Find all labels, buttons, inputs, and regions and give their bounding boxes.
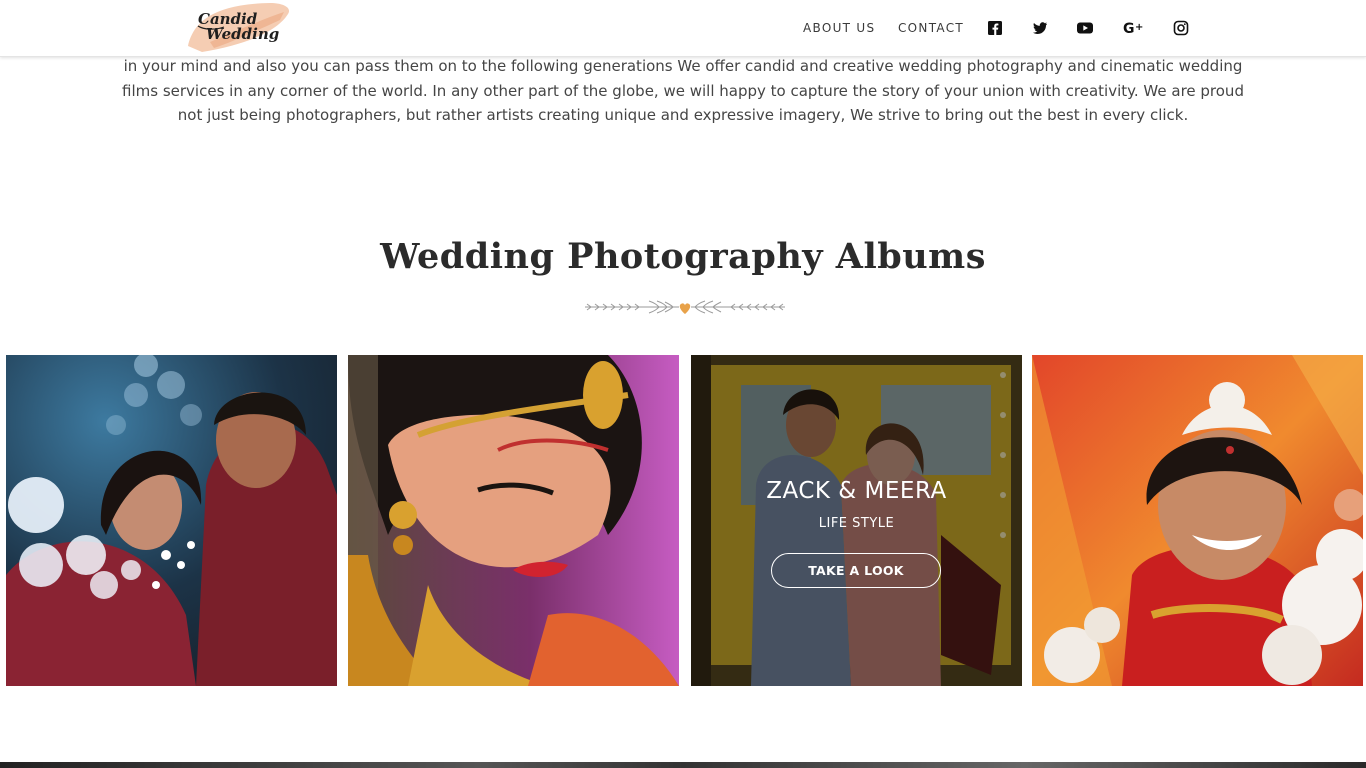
album-card-2[interactable] bbox=[348, 355, 679, 686]
intro-paragraph: in your mind and also you can pass them … bbox=[122, 57, 1244, 124]
album-title: ZACK & MEERA bbox=[766, 478, 947, 504]
site-header: Candid Wedding ABOUT US CONTACT G + bbox=[0, 0, 1366, 57]
svg-text:+: + bbox=[1135, 22, 1143, 33]
next-section-edge bbox=[0, 762, 1366, 768]
nav-contact[interactable]: CONTACT bbox=[898, 21, 964, 35]
youtube-icon[interactable] bbox=[1076, 19, 1094, 37]
album-photo-bride-smiling bbox=[1032, 355, 1363, 686]
section-title: Wedding Photography Albums bbox=[380, 236, 986, 277]
album-category: LIFE STYLE bbox=[818, 516, 895, 531]
album-photo-couple-lights bbox=[6, 355, 337, 686]
heart-arrow-divider-icon bbox=[585, 300, 785, 314]
album-card-3[interactable]: ZACK & MEERA LIFE STYLE TAKE A LOOK bbox=[691, 355, 1022, 686]
main-nav: ABOUT US CONTACT G + bbox=[0, 0, 1366, 57]
album-card-4[interactable] bbox=[1032, 355, 1363, 686]
facebook-icon[interactable] bbox=[986, 19, 1004, 37]
album-photo-bride-closeup bbox=[348, 355, 679, 686]
svg-text:G: G bbox=[1123, 21, 1135, 37]
instagram-icon[interactable] bbox=[1172, 19, 1190, 37]
twitter-icon[interactable] bbox=[1031, 19, 1049, 37]
album-card-1[interactable] bbox=[6, 355, 337, 686]
take-a-look-button[interactable]: TAKE A LOOK bbox=[771, 553, 941, 588]
google-plus-icon[interactable]: G + bbox=[1123, 19, 1145, 37]
nav-about-us[interactable]: ABOUT US bbox=[803, 21, 875, 35]
